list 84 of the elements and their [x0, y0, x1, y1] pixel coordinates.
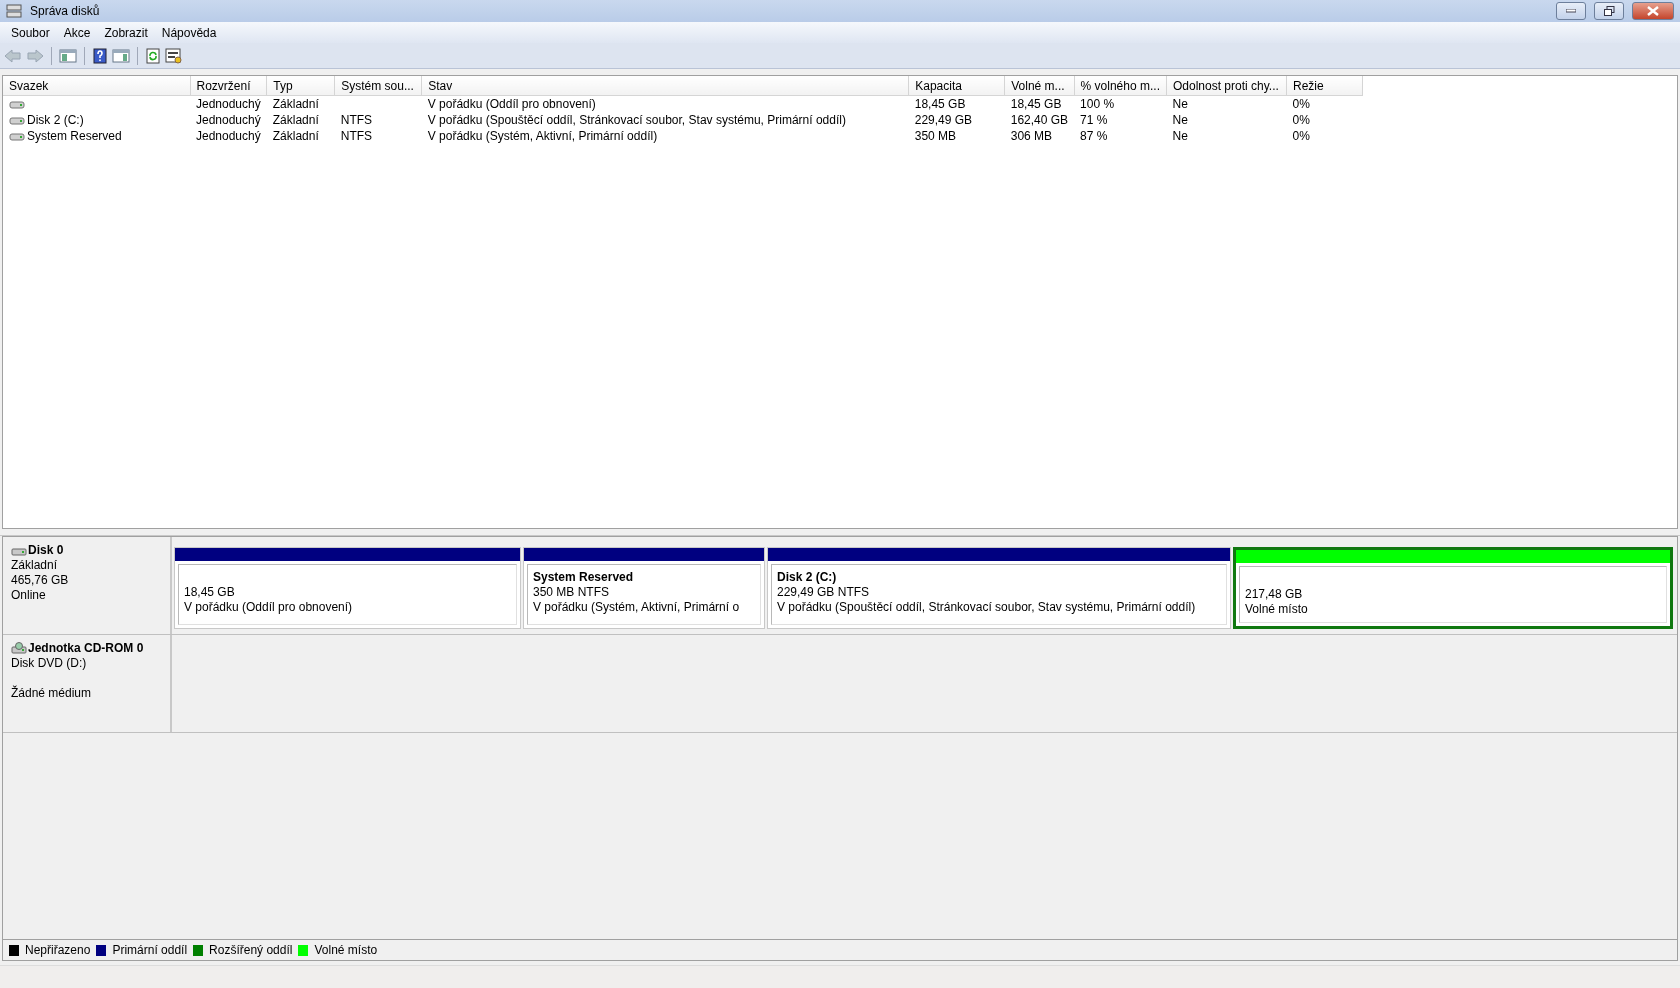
table-cell: 18,45 GB	[914, 97, 966, 111]
table-cell: 0%	[1292, 129, 1310, 143]
cd-drive-icon	[11, 641, 27, 656]
disk-name: Jednotka CD-ROM 0	[28, 641, 144, 656]
minimize-button[interactable]	[1556, 2, 1586, 20]
disk-detail: 465,76 GB	[11, 573, 70, 588]
disk-detail: Online	[11, 588, 47, 603]
disk-name: Disk 0	[28, 543, 64, 558]
column-header[interactable]: Režie	[1286, 76, 1363, 96]
table-cell: 0%	[1292, 113, 1310, 127]
partition-detail: 229,49 GB NTFS	[777, 585, 871, 600]
volume-icon	[9, 99, 25, 110]
table-cell: Základní	[272, 97, 319, 111]
table-cell: Jednoduchý	[196, 113, 261, 127]
table-cell: 18,45 GB	[1010, 97, 1062, 111]
table-cell: 350 MB	[914, 129, 957, 143]
disk-detail: Žádné médium	[11, 686, 93, 701]
partition-block[interactable]: System Reserved 350 MB NTFS V pořádku (Systém, Aktivní, Primární o	[523, 547, 765, 629]
help-icon[interactable]	[92, 47, 108, 64]
table-cell: Ne	[1172, 97, 1188, 111]
table-cell: Jednoduchý	[196, 129, 261, 143]
column-header[interactable]: Systém sou...	[334, 76, 422, 96]
table-cell: V pořádku (Spouštěcí oddíl, Stránkovací soubor, Stav systému, Primární oddíl)	[427, 113, 846, 127]
column-header[interactable]: Stav	[421, 76, 909, 96]
disk-detail: Disk DVD (D:)	[11, 656, 88, 671]
table-cell: NTFS	[340, 129, 373, 143]
table-cell: 229,49 GB	[914, 113, 973, 127]
partition-title: System Reserved	[533, 570, 634, 584]
volume-icon	[9, 115, 25, 126]
table-cell: 0%	[1292, 97, 1310, 111]
table-cell: Základní	[272, 129, 319, 143]
partition-block[interactable]: 18,45 GB V pořádku (Oddíl pro obnovení)	[174, 547, 521, 629]
table-cell: 87 %	[1080, 129, 1108, 143]
legend-label: Volné místo	[314, 943, 378, 957]
partition-title: Disk 2 (C:)	[777, 570, 837, 584]
disk-management-icon	[6, 4, 22, 18]
column-header[interactable]: Typ	[266, 76, 335, 96]
legend-label: Nepřiřazeno	[25, 943, 91, 957]
menu-item[interactable]: Nápověda	[154, 23, 224, 42]
legend-label: Primární oddíl	[112, 943, 188, 957]
restore-button[interactable]	[1594, 2, 1624, 20]
table-cell: 71 %	[1080, 113, 1108, 127]
minimize-icon	[1566, 9, 1576, 13]
table-cell: V pořádku (Systém, Aktivní, Primární oddíl)	[427, 129, 658, 143]
partition-block[interactable]: 217,48 GB Volné místo	[1233, 547, 1673, 629]
partition-detail: 217,48 GB	[1245, 587, 1304, 602]
column-header[interactable]: Volné m...	[1004, 76, 1075, 96]
column-header[interactable]: Rozvržení	[190, 76, 267, 96]
partition-detail: V pořádku (Oddíl pro obnovení)	[184, 600, 354, 615]
partition-detail: V pořádku (Systém, Aktivní, Primární o	[533, 600, 741, 615]
volume-icon	[9, 131, 25, 142]
menu-item[interactable]: Akce	[56, 23, 98, 42]
properties-icon[interactable]	[165, 47, 183, 64]
disk-detail: Základní	[11, 558, 59, 573]
partition-detail: 18,45 GB	[184, 585, 236, 600]
table-cell: Základní	[272, 113, 319, 127]
partition-block[interactable]: Disk 2 (C:) 229,49 GB NTFS V pořádku (Spouštěcí oddíl, Stránkovací soubor, Stav systému, Primární oddíl)	[767, 547, 1231, 629]
table-cell: 306 MB	[1010, 129, 1053, 143]
close-button[interactable]	[1632, 2, 1674, 20]
disk-info-panel[interactable]: Disk 0 Základní 465,76 GB Online	[3, 537, 172, 634]
partition-detail: V pořádku (Spouštěcí oddíl, Stránkovací soubor, Stav systému, Primární oddíl)	[777, 600, 1197, 615]
partition-detail: 350 MB NTFS	[533, 585, 611, 600]
table-cell: V pořádku (Oddíl pro obnovení)	[427, 97, 596, 111]
column-header[interactable]: % volného m...	[1074, 76, 1167, 96]
window-title: Správa disků	[30, 4, 101, 18]
column-header[interactable]: Svazek	[3, 76, 190, 96]
column-header[interactable]: Odolnost proti chy...	[1166, 76, 1287, 96]
table-cell: NTFS	[340, 113, 373, 127]
restore-icon	[1603, 6, 1615, 16]
console-tree-icon[interactable]	[59, 47, 77, 64]
close-icon	[1647, 6, 1659, 16]
table-cell: Jednoduchý	[196, 97, 261, 111]
volume-name[interactable]: Disk 2 (C:)	[27, 113, 84, 127]
table-cell: Ne	[1172, 113, 1188, 127]
partition-detail: Volné místo	[1245, 602, 1309, 617]
column-header[interactable]: Kapacita	[908, 76, 1005, 96]
menu-item[interactable]: Soubor	[4, 23, 57, 42]
table-cell: Ne	[1172, 129, 1188, 143]
disk-info-panel[interactable]: Jednotka CD-ROM 0 Disk DVD (D:) Žádné médium	[3, 635, 172, 732]
table-cell: 100 %	[1080, 97, 1115, 111]
legend-label: Rozšířený oddíl	[209, 943, 293, 957]
menu-item[interactable]: Zobrazit	[97, 23, 155, 42]
volume-name[interactable]: System Reserved	[27, 129, 122, 143]
table-cell: 162,40 GB	[1010, 113, 1069, 127]
